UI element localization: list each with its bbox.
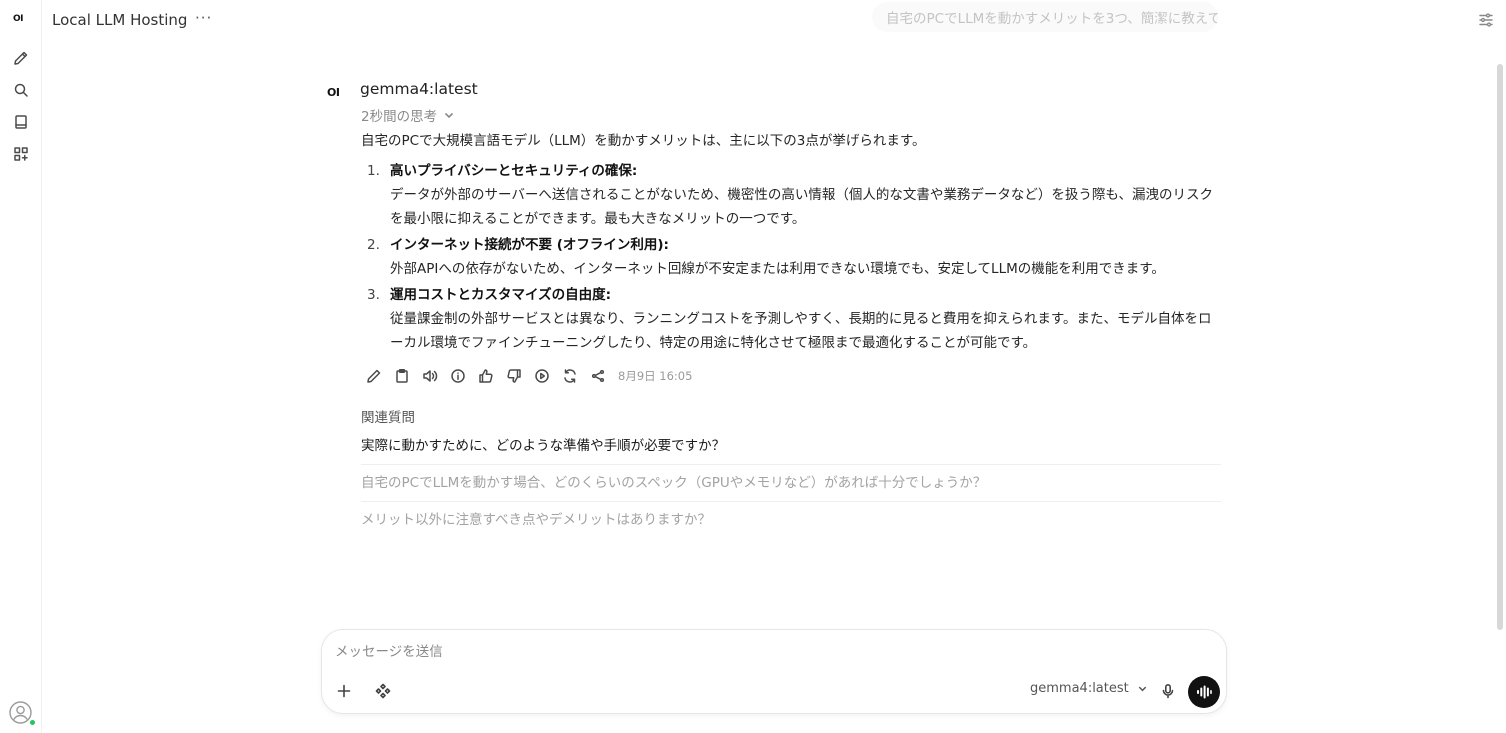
- list-item: 2. インターネット接続が不要 (オフライン利用): 外部APIへの依存がないた…: [361, 233, 1217, 281]
- chevron-down-icon: [1138, 686, 1146, 692]
- regenerate-button[interactable]: [560, 366, 580, 386]
- search-icon: [14, 83, 28, 97]
- related-questions-label: 関連質問: [361, 410, 415, 426]
- model-selector[interactable]: gemma4:latest: [1030, 681, 1148, 696]
- dictate-button[interactable]: [1156, 679, 1180, 703]
- new-chat-button[interactable]: [11, 48, 31, 68]
- pencil-icon: [367, 369, 381, 383]
- related-questions-list: 実際に動かすために、どのような準備や手順が必要ですか？ 自宅のPCでLLMを動か…: [361, 428, 1221, 539]
- chevron-down-icon: [445, 112, 454, 119]
- answer-intro: 自宅のPCで大規模言語モデル（LLM）を動かすメリットは、主に以下の3点が挙げら…: [361, 133, 926, 149]
- thumbs-up-icon: [479, 369, 493, 383]
- workspace-button[interactable]: [11, 144, 31, 164]
- point-body: 従量課金制の外部サービスとは異なり、ランニングコストを予測しやすく、長期的に見る…: [390, 311, 1212, 351]
- model-avatar: OI: [327, 86, 340, 99]
- edit-button[interactable]: [364, 366, 384, 386]
- tools-button[interactable]: [371, 679, 395, 703]
- sidebar-rail: OI: [0, 0, 42, 733]
- list-number: 3.: [367, 287, 380, 303]
- list-number: 1.: [367, 163, 380, 179]
- scrollbar[interactable]: [1497, 64, 1503, 630]
- microphone-icon: [1162, 683, 1174, 699]
- thinking-label: 2秒間の思考: [361, 109, 438, 125]
- related-question[interactable]: 実際に動かすために、どのような準備や手順が必要ですか？: [361, 428, 1221, 465]
- integrations-icon: [375, 683, 391, 699]
- online-status-dot: [29, 719, 36, 726]
- apps-grid-icon: [14, 147, 28, 161]
- app-logo[interactable]: OI: [13, 14, 29, 28]
- copy-button[interactable]: [392, 366, 412, 386]
- answer-list: 1. 高いプライバシーとセキュリティの確保: データが外部のサーバーへ送信される…: [361, 159, 1217, 355]
- thumbs-down-icon: [507, 369, 521, 383]
- share-icon: [591, 369, 605, 383]
- more-options-button[interactable]: ···: [195, 9, 212, 27]
- message-actions: 8月9日 16:05: [364, 366, 692, 386]
- prompt-preview[interactable]: 自宅のPCでLLMを動かすメリットを3つ、簡潔に教えて: [872, 2, 1218, 32]
- share-button[interactable]: [588, 366, 608, 386]
- list-item: 1. 高いプライバシーとセキュリティの確保: データが外部のサーバーへ送信される…: [361, 159, 1217, 231]
- message-composer: gemma4:latest: [321, 629, 1227, 714]
- model-name: gemma4:latest: [360, 80, 478, 98]
- sliders-icon: [1479, 13, 1493, 27]
- read-aloud-button[interactable]: [420, 366, 440, 386]
- point-heading: インターネット接続が不要 (オフライン利用):: [390, 237, 669, 253]
- point-heading: 高いプライバシーとセキュリティの確保:: [390, 163, 638, 179]
- pencil-icon: [14, 51, 28, 65]
- point-heading: 運用コストとカスタマイズの自由度:: [390, 287, 611, 303]
- bad-response-button[interactable]: [504, 366, 524, 386]
- point-body: 外部APIへの依存がないため、インターネット回線が不安定または利用できない環境で…: [390, 261, 1165, 277]
- add-attachment-button[interactable]: [332, 679, 356, 703]
- clipboard-icon: [396, 369, 408, 383]
- related-question[interactable]: 自宅のPCでLLMを動かす場合、どのくらいのスペック（GPUやメモリなど）があれ…: [361, 465, 1221, 502]
- voice-mode-button[interactable]: [1188, 676, 1220, 708]
- audio-waveform-icon: [1197, 685, 1212, 699]
- generation-info-button[interactable]: [448, 366, 468, 386]
- good-response-button[interactable]: [476, 366, 496, 386]
- message-input[interactable]: [335, 644, 1195, 660]
- continue-response-button[interactable]: [532, 366, 552, 386]
- info-icon: [451, 369, 465, 383]
- search-button[interactable]: [11, 80, 31, 100]
- chat-title[interactable]: Local LLM Hosting: [52, 11, 187, 29]
- notebook-icon: [15, 115, 27, 129]
- related-question[interactable]: メリット以外に注意すべき点やデメリットはありますか？: [361, 502, 1221, 539]
- thinking-toggle[interactable]: 2秒間の思考: [361, 105, 455, 125]
- speaker-icon: [423, 370, 438, 382]
- list-item: 3. 運用コストとカスタマイズの自由度: 従量課金制の外部サービスとは異なり、ラ…: [361, 283, 1217, 355]
- refresh-icon: [564, 369, 576, 383]
- plus-icon: [337, 684, 351, 698]
- play-circle-icon: [535, 369, 549, 383]
- assistant-answer: 自宅のPCで大規模言語モデル（LLM）を動かすメリットは、主に以下の3点が挙げら…: [361, 129, 1217, 357]
- notes-button[interactable]: [11, 112, 31, 132]
- list-number: 2.: [367, 237, 380, 253]
- message-timestamp: 8月9日 16:05: [618, 369, 693, 383]
- controls-button[interactable]: [1477, 11, 1495, 29]
- point-body: データが外部のサーバーへ送信されることがないため、機密性の高い情報（個人的な文書…: [390, 187, 1213, 227]
- model-selector-label: gemma4:latest: [1030, 681, 1129, 696]
